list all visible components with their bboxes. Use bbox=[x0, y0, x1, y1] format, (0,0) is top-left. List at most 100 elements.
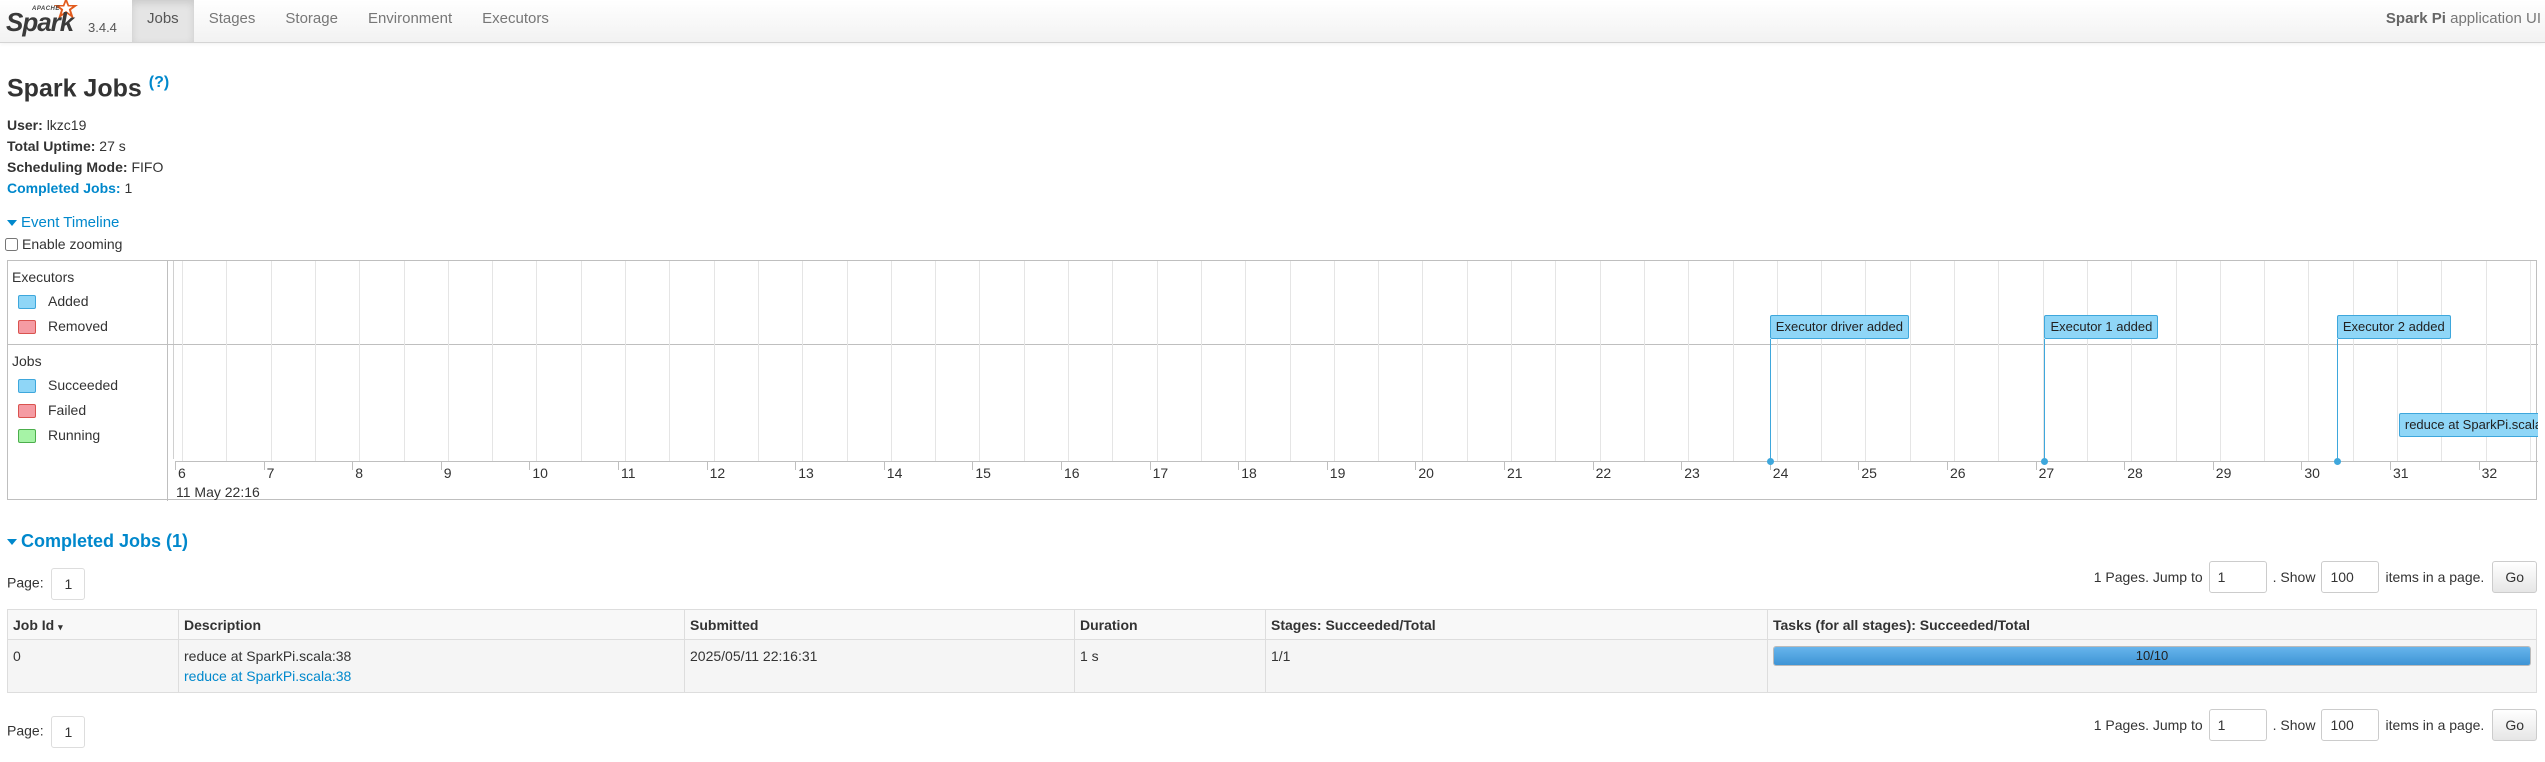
page-size-input[interactable] bbox=[2321, 709, 2380, 741]
show-text: . Show bbox=[2272, 717, 2316, 733]
go-button[interactable]: Go bbox=[2492, 709, 2537, 741]
col-submitted[interactable]: Submitted bbox=[684, 609, 1075, 640]
executor-event-box[interactable]: Executor driver added bbox=[1769, 315, 1909, 339]
summary-mode: Scheduling Mode: FIFO bbox=[7, 157, 163, 178]
axis-tick bbox=[1326, 462, 1328, 470]
app-name-bold: Spark Pi bbox=[2385, 10, 2446, 27]
axis-tick-label: 8 bbox=[355, 465, 363, 481]
timeline-gridline bbox=[1422, 261, 1424, 461]
axis-tick bbox=[972, 462, 974, 470]
axis-tick-label: 18 bbox=[1241, 465, 1257, 481]
timeline-plot[interactable]: Executor driver added Executor 1 added Exe… bbox=[175, 261, 2538, 461]
job-event-box[interactable]: reduce at SparkPi.scala:38 bbox=[2398, 413, 2538, 437]
tab-environment[interactable]: Environment bbox=[353, 0, 467, 42]
timeline-gridline bbox=[1378, 261, 1380, 461]
timeline-gridline bbox=[492, 261, 494, 461]
completed-jobs-link[interactable]: Completed Jobs: bbox=[7, 180, 121, 196]
timeline-gridline bbox=[669, 261, 671, 461]
page-number-button[interactable]: 1 bbox=[51, 716, 86, 748]
mode-value: FIFO bbox=[131, 159, 164, 175]
axis-tick-label: 17 bbox=[1152, 465, 1169, 481]
page-number-button[interactable]: 1 bbox=[51, 568, 86, 600]
col-duration[interactable]: Duration bbox=[1074, 609, 1266, 640]
axis-tick bbox=[175, 462, 176, 470]
col-description[interactable]: Description bbox=[178, 609, 685, 640]
event-timeline-toggle[interactable]: Event Timeline bbox=[7, 214, 119, 231]
app-name: Spark Pi application UI bbox=[2386, 10, 2541, 27]
completed-jobs-toggle[interactable]: Completed Jobs (1) bbox=[7, 531, 188, 552]
timeline-gridline bbox=[314, 261, 316, 461]
page-title-text: Spark Jobs bbox=[7, 74, 142, 103]
cell-submitted: 2025/05/11 22:16:31 bbox=[684, 639, 1075, 693]
col-job-id-label: Job Id bbox=[13, 616, 55, 633]
page-label: Page: bbox=[7, 722, 44, 739]
uptime-label: Total Uptime: bbox=[7, 138, 96, 154]
help-link[interactable]: (?) bbox=[149, 74, 169, 91]
axis-tick bbox=[2301, 462, 2303, 470]
axis-tick-label: 12 bbox=[709, 465, 726, 481]
page-indicator: Page: 1 bbox=[7, 568, 86, 600]
event-timeline-label: Event Timeline bbox=[21, 214, 120, 231]
timeline-legend-panel: Executors Added Removed Jobs Succeeded F… bbox=[8, 261, 168, 501]
description-link[interactable]: reduce at SparkPi.scala:38 bbox=[184, 666, 679, 686]
axis-tick-label: 28 bbox=[2127, 465, 2143, 481]
legend-removed-swatch bbox=[18, 320, 36, 335]
tab-stages[interactable]: Stages bbox=[194, 0, 271, 42]
tab-executors[interactable]: Executors bbox=[467, 0, 564, 42]
col-stages[interactable]: Stages: Succeeded/Total bbox=[1265, 609, 1768, 640]
page-label: Page: bbox=[7, 574, 44, 591]
axis-tick-label: 19 bbox=[1329, 465, 1346, 481]
timeline-gridline bbox=[1909, 261, 1911, 461]
timeline-gridline bbox=[979, 261, 981, 461]
legend-succeeded-swatch bbox=[18, 379, 36, 394]
axis-tick-label: 14 bbox=[886, 465, 903, 481]
timeline-gridline bbox=[1865, 261, 1867, 461]
axis-tick bbox=[263, 462, 265, 470]
executor-event-box[interactable]: Executor 1 added bbox=[2044, 315, 2159, 339]
timeline-gridline bbox=[226, 261, 228, 461]
page-size-input[interactable] bbox=[2321, 561, 2380, 593]
pagination-bottom: Page: 1 1 Pages. Jump to . Show items in… bbox=[7, 708, 2537, 748]
axis-tick-label: 9 bbox=[443, 465, 452, 481]
timeline-gridline bbox=[270, 261, 272, 461]
items-text: items in a page. bbox=[2385, 569, 2485, 585]
timeline-gridline bbox=[2175, 261, 2177, 461]
executor-event-line bbox=[2044, 339, 2046, 461]
col-job-id[interactable]: Job Id ▾ bbox=[7, 609, 179, 640]
pagination-top: Page: 1 1 Pages. Jump to . Show items in… bbox=[7, 560, 2537, 600]
jobs-group-title: Jobs bbox=[12, 353, 42, 369]
legend-added-label: Added bbox=[48, 293, 89, 309]
axis-tick bbox=[883, 462, 885, 470]
tab-jobs[interactable]: Jobs bbox=[132, 0, 194, 42]
timeline-gridline bbox=[890, 261, 892, 461]
summary-completed[interactable]: Completed Jobs: 1 bbox=[7, 178, 163, 199]
timeline-gridline bbox=[1511, 261, 1512, 461]
timeline-gridline bbox=[447, 261, 449, 461]
go-button[interactable]: Go bbox=[2492, 561, 2537, 593]
spark-logo[interactable]: APACHE Spark 3.4.4 bbox=[4, 0, 124, 43]
jump-to-page-input[interactable] bbox=[2208, 709, 2267, 741]
jump-to-page-input[interactable] bbox=[2208, 561, 2267, 593]
axis-tick bbox=[1149, 462, 1151, 470]
timeline-gridline bbox=[1599, 261, 1601, 461]
executor-event-dot bbox=[1766, 458, 1774, 465]
executor-event-box[interactable]: Executor 2 added bbox=[2336, 315, 2451, 339]
timeline-gridline bbox=[1289, 261, 1291, 461]
tab-storage[interactable]: Storage bbox=[270, 0, 353, 42]
executor-event-line bbox=[1769, 339, 1771, 461]
timeline-gridline bbox=[580, 261, 582, 461]
enable-zooming-checkbox[interactable] bbox=[5, 237, 18, 251]
timeline-gridline bbox=[2086, 261, 2088, 461]
axis-tick-label: 29 bbox=[2215, 465, 2232, 481]
axis-tick bbox=[795, 462, 797, 470]
cell-job-id: 0 bbox=[7, 639, 179, 693]
timeline-gridline bbox=[2397, 261, 2398, 461]
timeline-gridline bbox=[536, 261, 538, 461]
spark-version: 3.4.4 bbox=[88, 20, 117, 35]
timeline-gridline bbox=[757, 261, 759, 461]
timeline-gridline bbox=[1776, 261, 1778, 461]
timeline-gridline bbox=[1023, 261, 1025, 461]
axis-tick bbox=[2478, 462, 2480, 470]
axis-tick-label: 6 bbox=[178, 465, 186, 481]
col-tasks[interactable]: Tasks (for all stages): Succeeded/Total bbox=[1767, 609, 2537, 640]
